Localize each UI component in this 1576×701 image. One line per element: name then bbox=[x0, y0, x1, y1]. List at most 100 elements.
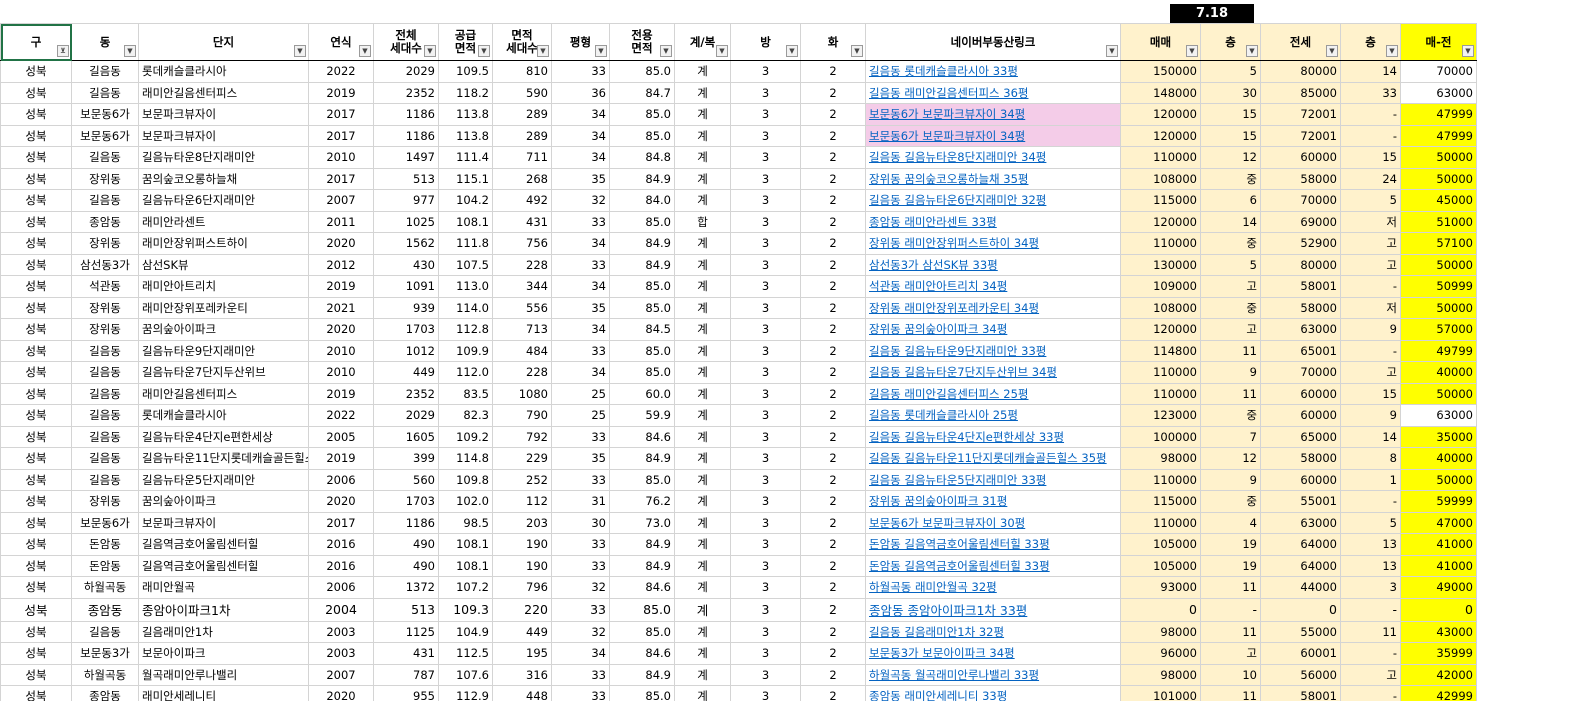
col-header-supply-area[interactable]: 공급 면적 ▼ bbox=[438, 23, 493, 61]
cell-exclusive-area[interactable]: 84.7 bbox=[609, 81, 675, 104]
cell-year[interactable]: 2022 bbox=[308, 60, 374, 83]
cell-year[interactable]: 2010 bbox=[308, 339, 374, 362]
cell-jeonse-floor[interactable]: 고 bbox=[1340, 663, 1401, 686]
cell-dong[interactable]: 길음동 bbox=[71, 404, 139, 427]
cell-complex[interactable]: 롯데캐슬클라시아 bbox=[138, 404, 309, 427]
cell-year[interactable]: 2020 bbox=[308, 232, 374, 255]
filter-dropdown-icon[interactable]: ▼ bbox=[716, 45, 728, 57]
cell-naver-link[interactable]: 길음동 길음뉴타운9단지래미안 33평 bbox=[865, 339, 1121, 362]
cell-jeonse-floor[interactable]: 9 bbox=[1340, 318, 1401, 341]
cell-jeonse-floor[interactable]: - bbox=[1340, 597, 1401, 622]
cell-complex[interactable]: 꿈의숲코오롱하늘채 bbox=[138, 167, 309, 190]
cell-pyeong[interactable]: 35 bbox=[551, 167, 610, 190]
cell-rooms[interactable]: 3 bbox=[730, 620, 801, 643]
cell-year[interactable]: 2010 bbox=[308, 146, 374, 169]
cell-jeonse-floor[interactable]: 저 bbox=[1340, 296, 1401, 319]
cell-naver-link[interactable]: 길음동 길음뉴타운6단지래미안 32평 bbox=[865, 189, 1121, 212]
cell-gu[interactable]: 성북 bbox=[0, 361, 72, 384]
cell-pyeong[interactable]: 34 bbox=[551, 103, 610, 126]
cell-pyeong[interactable]: 34 bbox=[551, 124, 610, 147]
col-header-baths[interactable]: 화 ▼ bbox=[800, 23, 866, 61]
cell-total-households[interactable]: 955 bbox=[373, 685, 439, 701]
cell-jeonse-price[interactable]: 64000 bbox=[1260, 533, 1341, 556]
cell-supply-area[interactable]: 112.0 bbox=[438, 361, 493, 384]
cell-dong[interactable]: 보문동6가 bbox=[71, 511, 139, 534]
cell-jeonse-price[interactable]: 72001 bbox=[1260, 103, 1341, 126]
cell-dong[interactable]: 보문동3가 bbox=[71, 642, 139, 665]
cell-jeonse-price[interactable]: 63000 bbox=[1260, 318, 1341, 341]
cell-jeonse-floor[interactable]: - bbox=[1340, 490, 1401, 513]
cell-total-households[interactable]: 560 bbox=[373, 468, 439, 491]
cell-naver-link[interactable]: 삼선동3가 삼선SK뷰 33평 bbox=[865, 253, 1121, 276]
cell-total-households[interactable]: 1012 bbox=[373, 339, 439, 362]
cell-sale-floor[interactable]: 7 bbox=[1200, 425, 1261, 448]
cell-total-households[interactable]: 939 bbox=[373, 296, 439, 319]
cell-supply-area[interactable]: 113.8 bbox=[438, 124, 493, 147]
cell-sale-price[interactable]: 110000 bbox=[1120, 382, 1201, 405]
cell-rooms[interactable]: 3 bbox=[730, 296, 801, 319]
cell-dong[interactable]: 길음동 bbox=[71, 81, 139, 104]
cell-rooms[interactable]: 3 bbox=[730, 167, 801, 190]
cell-jeonse-price[interactable]: 60000 bbox=[1260, 404, 1341, 427]
cell-pyeong[interactable]: 34 bbox=[551, 275, 610, 298]
cell-dong[interactable]: 보문동6가 bbox=[71, 103, 139, 126]
cell-dong[interactable]: 길음동 bbox=[71, 146, 139, 169]
cell-complex[interactable]: 꿈의숲아이파크 bbox=[138, 490, 309, 513]
cell-exclusive-area[interactable]: 60.0 bbox=[609, 382, 675, 405]
cell-dong[interactable]: 장위동 bbox=[71, 167, 139, 190]
cell-dong[interactable]: 길음동 bbox=[71, 447, 139, 470]
cell-supply-area[interactable]: 98.5 bbox=[438, 511, 493, 534]
cell-rooms[interactable]: 3 bbox=[730, 124, 801, 147]
cell-total-households[interactable]: 490 bbox=[373, 533, 439, 556]
col-header-year[interactable]: 연식 ▼ bbox=[308, 23, 374, 61]
cell-rooms[interactable]: 3 bbox=[730, 103, 801, 126]
cell-type[interactable]: 계 bbox=[674, 533, 731, 556]
cell-supply-area[interactable]: 104.2 bbox=[438, 189, 493, 212]
cell-supply-area[interactable]: 109.8 bbox=[438, 468, 493, 491]
cell-area-households[interactable]: 484 bbox=[492, 339, 552, 362]
cell-year[interactable]: 2017 bbox=[308, 511, 374, 534]
cell-rooms[interactable]: 3 bbox=[730, 533, 801, 556]
cell-sale-minus-jeonse[interactable]: 50000 bbox=[1400, 146, 1477, 169]
cell-sale-minus-jeonse[interactable]: 42000 bbox=[1400, 663, 1477, 686]
filter-dropdown-icon[interactable]: ▼ bbox=[1106, 45, 1118, 57]
cell-supply-area[interactable]: 108.1 bbox=[438, 210, 493, 233]
cell-sale-price[interactable]: 105000 bbox=[1120, 533, 1201, 556]
cell-year[interactable]: 2019 bbox=[308, 447, 374, 470]
cell-jeonse-price[interactable]: 60000 bbox=[1260, 146, 1341, 169]
cell-pyeong[interactable]: 33 bbox=[551, 60, 610, 83]
cell-gu[interactable]: 성북 bbox=[0, 339, 72, 362]
cell-naver-link[interactable]: 장위동 꿈의숲코오롱하늘채 35평 bbox=[865, 167, 1121, 190]
cell-exclusive-area[interactable]: 84.9 bbox=[609, 447, 675, 470]
cell-supply-area[interactable]: 114.0 bbox=[438, 296, 493, 319]
cell-sale-price[interactable]: 114800 bbox=[1120, 339, 1201, 362]
cell-baths[interactable]: 2 bbox=[800, 232, 866, 255]
col-header-sale-floor[interactable]: 층 ▼ bbox=[1200, 23, 1261, 61]
cell-naver-link[interactable]: 장위동 래미안장위퍼스트하이 34평 bbox=[865, 232, 1121, 255]
cell-jeonse-price[interactable]: 65001 bbox=[1260, 339, 1341, 362]
cell-complex[interactable]: 길음뉴타운5단지래미안 bbox=[138, 468, 309, 491]
cell-sale-price[interactable]: 96000 bbox=[1120, 642, 1201, 665]
cell-gu[interactable]: 성북 bbox=[0, 425, 72, 448]
cell-gu[interactable]: 성북 bbox=[0, 124, 72, 147]
cell-pyeong[interactable]: 33 bbox=[551, 685, 610, 701]
cell-jeonse-price[interactable]: 58000 bbox=[1260, 447, 1341, 470]
cell-sale-minus-jeonse[interactable]: 45000 bbox=[1400, 189, 1477, 212]
cell-supply-area[interactable]: 102.0 bbox=[438, 490, 493, 513]
cell-type[interactable]: 계 bbox=[674, 620, 731, 643]
cell-sale-minus-jeonse[interactable]: 51000 bbox=[1400, 210, 1477, 233]
cell-area-households[interactable]: 796 bbox=[492, 576, 552, 599]
cell-naver-link[interactable]: 보문동3가 보문아이파크 34평 bbox=[865, 642, 1121, 665]
cell-sale-minus-jeonse[interactable]: 47999 bbox=[1400, 124, 1477, 147]
cell-jeonse-price[interactable]: 60000 bbox=[1260, 468, 1341, 491]
cell-pyeong[interactable]: 30 bbox=[551, 511, 610, 534]
cell-rooms[interactable]: 3 bbox=[730, 576, 801, 599]
cell-type[interactable]: 합 bbox=[674, 210, 731, 233]
cell-type[interactable]: 계 bbox=[674, 318, 731, 341]
cell-baths[interactable]: 2 bbox=[800, 339, 866, 362]
cell-dong[interactable]: 길음동 bbox=[71, 425, 139, 448]
cell-area-households[interactable]: 228 bbox=[492, 253, 552, 276]
cell-area-households[interactable]: 190 bbox=[492, 533, 552, 556]
cell-exclusive-area[interactable]: 84.9 bbox=[609, 253, 675, 276]
cell-jeonse-floor[interactable]: 9 bbox=[1340, 404, 1401, 427]
